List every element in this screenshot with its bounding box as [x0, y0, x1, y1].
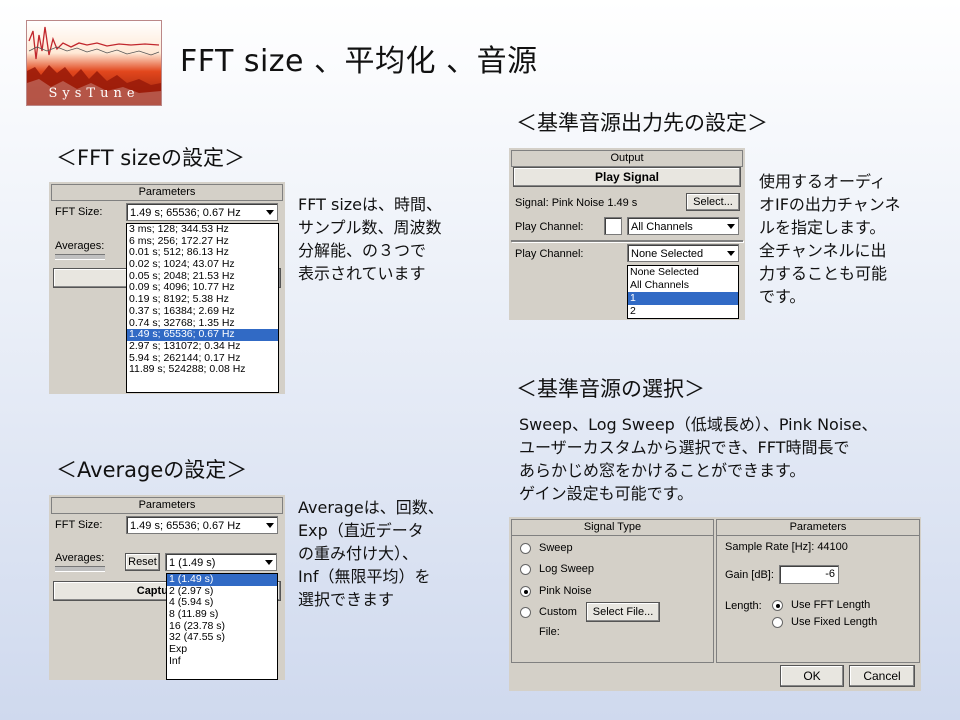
play-channel-value: All Channels — [631, 221, 693, 233]
averages-slider[interactable] — [55, 566, 105, 572]
play-channel-select[interactable]: All Channels — [627, 217, 739, 235]
ok-button[interactable]: OK — [780, 665, 844, 687]
chevron-down-icon — [727, 251, 735, 256]
play-signal-button[interactable]: Play Signal — [513, 167, 741, 187]
fft-parameters-panel: Parameters FFT Size: 1.49 s; 65536; 0.67… — [49, 182, 285, 394]
fft-description: FFT sizeは、時間、 サンプル数、周波数 分解能、の３つで 表示されていま… — [298, 195, 443, 283]
signal-dialog: Signal Type Sweep Log Sweep Pink Noise C… — [509, 517, 921, 691]
cancel-button[interactable]: Cancel — [849, 665, 915, 687]
sweep-radio[interactable] — [520, 543, 531, 554]
pink-noise-label: Pink Noise — [539, 585, 592, 597]
sample-rate-label: Sample Rate [Hz]: 44100 — [725, 541, 848, 553]
fft-heading: ＜FFT sizeの設定＞ — [56, 146, 246, 170]
source-description: Sweep、Log Sweep（低域長め）、Pink Noise、 ユーザーカス… — [519, 415, 878, 503]
sweep-label: Sweep — [539, 542, 573, 554]
fft-size-value: 1.49 s; 65536; 0.67 Hz — [130, 520, 241, 532]
fft-size-select[interactable]: 1.49 s; 65536; 0.67 Hz — [126, 516, 278, 534]
output-description: 使用するオーディ オIFの出力チャンネ ルを指定します。 全チャンネルに出 力す… — [759, 172, 901, 306]
fft-size-label: FFT Size: — [55, 206, 103, 218]
logo-text: SysTune — [48, 86, 140, 101]
select-signal-button[interactable]: Select... — [686, 193, 740, 211]
averages-option[interactable]: Exp — [167, 643, 277, 656]
play-channel-value: None Selected — [631, 248, 704, 260]
chevron-down-icon — [265, 560, 273, 565]
signal-type-group: Signal Type Sweep Log Sweep Pink Noise C… — [511, 519, 714, 663]
fft-size-label: FFT Size: — [55, 519, 103, 531]
averages-label: Averages: — [55, 552, 105, 564]
fft-panel-title: Parameters — [51, 184, 283, 201]
channel-option[interactable]: None Selected — [628, 266, 738, 279]
output-panel: Output Play Signal Signal: Pink Noise 1.… — [509, 148, 745, 320]
averages-slider[interactable] — [55, 254, 105, 260]
fft-size-value: 1.49 s; 65536; 0.67 Hz — [130, 207, 241, 219]
play-channel-label: Play Channel: — [515, 221, 584, 233]
reset-button[interactable]: Reset — [125, 553, 160, 571]
play-channel-select-open[interactable]: None Selected — [627, 244, 739, 262]
averages-option[interactable]: Inf — [167, 655, 277, 668]
output-heading: ＜基準音源出力先の設定＞ — [516, 111, 768, 135]
chevron-down-icon — [266, 210, 274, 215]
channel-option[interactable]: 2 — [628, 305, 738, 318]
averages-select[interactable]: 1 (1.49 s) — [165, 553, 277, 571]
fft-size-select[interactable]: 1.49 s; 65536; 0.67 Hz — [126, 203, 278, 221]
length-label: Length: — [725, 600, 762, 612]
averages-value: 1 (1.49 s) — [169, 557, 216, 569]
fft-size-option[interactable]: 3 ms; 128; 344.53 Hz — [127, 223, 278, 236]
chevron-down-icon — [266, 523, 274, 528]
averages-option-selected[interactable]: 1 (1.49 s) — [167, 573, 277, 586]
averages-label: Averages: — [55, 240, 105, 252]
custom-radio[interactable] — [520, 607, 531, 618]
log-sweep-radio[interactable] — [520, 564, 531, 575]
channel-option-selected[interactable]: 1 — [628, 292, 738, 305]
gain-label: Gain [dB]: — [725, 569, 774, 581]
average-parameters-panel: Parameters FFT Size: 1.49 s; 65536; 0.67… — [49, 495, 285, 680]
fft-size-option[interactable]: 2.97 s; 131072; 0.34 Hz — [127, 340, 278, 353]
signal-parameters-group: Parameters Sample Rate [Hz]: 44100 Gain … — [716, 519, 920, 663]
custom-label: Custom — [539, 606, 577, 618]
channel-color-swatch[interactable] — [604, 217, 622, 235]
average-description: Averageは、回数、 Exp（直近データ の重み付け大）、 Inf（無限平均… — [298, 498, 444, 609]
gain-input[interactable]: -6 — [779, 565, 839, 584]
averages-dropdown: 1 (1.49 s) 2 (2.97 s) 4 (5.94 s) 8 (11.8… — [166, 573, 278, 680]
slide-title: FFT size 、平均化 、音源 — [180, 44, 538, 79]
fft-size-option[interactable]: 11.89 s; 524288; 0.08 Hz — [127, 364, 278, 376]
average-panel-title: Parameters — [51, 497, 283, 514]
signal-type-title: Signal Type — [512, 520, 713, 536]
average-heading: ＜Averageの設定＞ — [56, 458, 248, 482]
use-fixed-length-label: Use Fixed Length — [791, 616, 878, 628]
fft-size-option[interactable]: 0.02 s; 1024; 43.07 Hz — [127, 258, 278, 271]
fft-size-option[interactable]: 0.37 s; 16384; 2.69 Hz — [127, 305, 278, 318]
output-panel-title: Output — [511, 150, 743, 167]
use-fft-length-radio[interactable] — [772, 600, 783, 611]
select-file-button[interactable]: Select File... — [586, 602, 660, 622]
averages-option[interactable]: 8 (11.89 s) — [167, 608, 277, 621]
use-fixed-length-radio[interactable] — [772, 617, 783, 628]
channel-option[interactable]: All Channels — [628, 279, 738, 292]
fft-size-dropdown: 3 ms; 128; 344.53 Hz 6 ms; 256; 172.27 H… — [126, 223, 279, 393]
signal-parameters-title: Parameters — [717, 520, 919, 536]
use-fft-length-label: Use FFT Length — [791, 599, 871, 611]
log-sweep-label: Log Sweep — [539, 563, 595, 575]
file-label: File: — [539, 626, 560, 638]
chevron-down-icon — [727, 224, 735, 229]
source-heading: ＜基準音源の選択＞ — [516, 377, 705, 401]
play-channel-dropdown: None Selected All Channels 1 2 — [627, 265, 739, 319]
play-channel-label: Play Channel: — [515, 248, 584, 260]
pink-noise-radio[interactable] — [520, 586, 531, 597]
divider — [511, 240, 743, 242]
signal-label: Signal: Pink Noise 1.49 s — [515, 197, 638, 209]
systune-logo: SysTune — [26, 20, 162, 106]
